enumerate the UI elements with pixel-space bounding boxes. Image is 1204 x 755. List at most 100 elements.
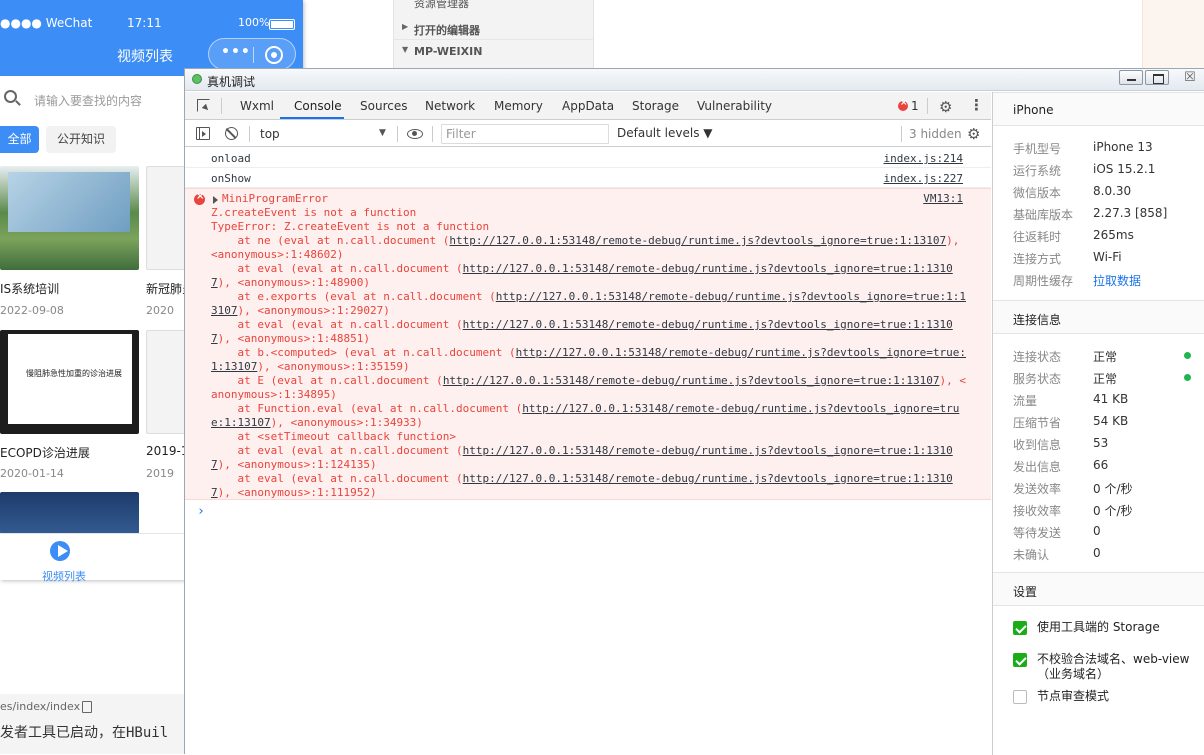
- stack-position: ), <anonymous>:1:111952): [217, 486, 377, 499]
- video-thumbnail[interactable]: 慢阻肺急性加重的诊治进展: [0, 330, 139, 434]
- minimize-button[interactable]: [1119, 70, 1143, 85]
- info-row: 周期性缓存 拉取数据: [993, 268, 1204, 290]
- console-prompt[interactable]: ›: [197, 504, 205, 519]
- stack-line: at e.exports (eval at n.call.document (h…: [211, 290, 971, 318]
- more-icon[interactable]: •••: [221, 44, 251, 60]
- error-title[interactable]: MiniProgramError: [222, 192, 328, 205]
- caret-down-icon: ▼: [379, 128, 386, 138]
- stack-line: at eval (eval at n.call.document (http:/…: [211, 262, 971, 290]
- video-thumbnail[interactable]: [146, 166, 186, 270]
- tab-appdata[interactable]: AppData: [562, 99, 614, 113]
- eye-icon[interactable]: [407, 129, 423, 139]
- info-key: 连接方式: [1013, 252, 1062, 266]
- active-tab-indicator: [280, 117, 344, 119]
- console-toolbar: top ▼ Default levels ▼ 3 hidden ⚙: [185, 121, 991, 147]
- stack-line: at eval (eval at n.call.document (http:/…: [211, 472, 971, 500]
- gear-icon[interactable]: ⚙: [967, 125, 980, 143]
- info-key: 连接状态: [1013, 350, 1062, 364]
- copy-icon[interactable]: [82, 701, 92, 713]
- maximize-button[interactable]: [1145, 70, 1169, 85]
- error-icon[interactable]: [898, 98, 908, 111]
- info-key: 手机型号: [1013, 142, 1062, 156]
- info-key: 微信版本: [1013, 186, 1062, 200]
- stack-url-link[interactable]: http://127.0.0.1:53148/remote-debug/runt…: [449, 234, 946, 247]
- stack-position: ), <anonymous>:1:48900): [217, 276, 370, 289]
- explorer-section-open-editors[interactable]: ▶ 打开的编辑器: [394, 18, 593, 40]
- stack-line: at <setTimeout callback function>: [211, 430, 971, 444]
- tab-memory[interactable]: Memory: [494, 99, 543, 113]
- video-thumbnail[interactable]: [0, 166, 139, 270]
- settings-title: 设置: [1013, 585, 1038, 599]
- video-title[interactable]: ECOPD诊治进展: [0, 444, 90, 461]
- log-source-link[interactable]: index.js:227: [884, 172, 963, 185]
- tab-storage[interactable]: Storage: [632, 99, 679, 113]
- video-thumbnail[interactable]: [0, 492, 139, 534]
- error-count[interactable]: 1: [911, 99, 919, 113]
- status-battery: 100%: [238, 16, 270, 29]
- tab-video-list[interactable]: 视频列表: [42, 568, 86, 584]
- window-titlebar[interactable]: 真机调试 ☒: [185, 69, 1204, 91]
- stack-line: at Function.eval (eval at n.call.documen…: [211, 402, 971, 430]
- stack-url-link[interactable]: http://127.0.0.1:53148/remote-debug/runt…: [443, 374, 940, 387]
- close-target-icon[interactable]: [265, 46, 283, 64]
- explorer-section-project[interactable]: ▼ MP-WEIXIN: [394, 41, 593, 63]
- stack-frame: at <setTimeout callback function>: [211, 430, 457, 443]
- video-thumbnail[interactable]: [146, 330, 186, 434]
- info-row: 微信版本 8.0.30: [993, 180, 1204, 202]
- explorer-section-label: 打开的编辑器: [414, 24, 480, 37]
- device-info-panel: iPhone 手机型号 iPhone 13 运行系统 iOS 15.2.1 微信版本 8.…: [992, 92, 1204, 755]
- gear-icon[interactable]: ⚙: [939, 98, 952, 116]
- setting-checkbox[interactable]: [1013, 690, 1027, 704]
- tab-vulnerability[interactable]: Vulnerability: [697, 99, 772, 113]
- expand-triangle-icon[interactable]: [213, 196, 218, 204]
- editor-background: [1142, 0, 1204, 68]
- page-path: es/index/index: [0, 700, 81, 713]
- more-icon[interactable]: ···: [559, 0, 571, 6]
- pull-data-link[interactable]: 拉取数据: [1093, 272, 1141, 289]
- info-value: 8.0.30: [1093, 184, 1132, 198]
- log-levels-select[interactable]: Default levels ▼: [617, 126, 713, 140]
- info-row: 流量 41 KB: [993, 388, 1204, 410]
- filter-chip-all[interactable]: 全部: [0, 126, 39, 153]
- stack-line: at ne (eval at n.call.document (http://1…: [211, 234, 971, 262]
- tab-console[interactable]: Console: [294, 99, 342, 113]
- video-title[interactable]: IS系统培训: [0, 280, 59, 297]
- setting-label[interactable]: 节点审查模式: [1037, 689, 1197, 704]
- info-row: 等待发送 0: [993, 520, 1204, 542]
- clear-console-icon[interactable]: [225, 127, 238, 140]
- inspect-element-icon[interactable]: [197, 99, 210, 112]
- error-source-link[interactable]: VM13:1: [923, 192, 963, 205]
- filter-chip-public[interactable]: 公开知识: [46, 126, 116, 153]
- tab-sources[interactable]: Sources: [360, 99, 407, 113]
- chevron-down-icon: ▼: [402, 45, 409, 54]
- setting-label[interactable]: 不校验合法域名、web-view（业务域名）: [1037, 652, 1197, 682]
- close-button[interactable]: ☒: [1175, 70, 1203, 85]
- hidden-count: 3 hidden: [909, 127, 962, 141]
- ide-explorer: 资源管理器 ··· ▶ 打开的编辑器 ▼ MP-WEIXIN: [393, 0, 594, 68]
- console-messages[interactable]: onload index.js:214 onShow index.js:227 …: [185, 148, 991, 754]
- setting-checkbox[interactable]: [1013, 621, 1027, 635]
- info-row: 连接状态 正常: [993, 344, 1204, 366]
- thumbnail-image: [8, 172, 130, 232]
- error-icon: [194, 191, 205, 205]
- divider: [397, 126, 398, 142]
- battery-icon: [269, 19, 295, 30]
- video-list-tab-icon[interactable]: [48, 541, 76, 561]
- divider: [927, 98, 928, 114]
- tab-network[interactable]: Network: [425, 99, 475, 113]
- info-value: 53: [1093, 436, 1109, 450]
- sidebar-toggle-icon[interactable]: [196, 127, 210, 140]
- log-source-link[interactable]: index.js:214: [884, 152, 963, 165]
- kebab-menu-icon[interactable]: ⋮: [969, 96, 984, 114]
- info-key: 收到信息: [1013, 438, 1062, 452]
- context-select[interactable]: top ▼: [259, 126, 391, 144]
- filter-input[interactable]: [441, 124, 609, 144]
- video-title[interactable]: 2019-1: [146, 444, 189, 458]
- setting-checkbox[interactable]: [1013, 653, 1027, 667]
- miniprogram-capsule[interactable]: •••: [208, 38, 296, 70]
- setting-label[interactable]: 使用工具端的 Storage: [1037, 620, 1197, 635]
- tab-wxml[interactable]: Wxml: [240, 99, 274, 113]
- stack-frame: at e.exports (eval at n.call.document (: [211, 290, 496, 303]
- stack-line: at eval (eval at n.call.document (http:/…: [211, 444, 971, 472]
- search-input[interactable]: 请输入要查找的内容: [34, 92, 142, 109]
